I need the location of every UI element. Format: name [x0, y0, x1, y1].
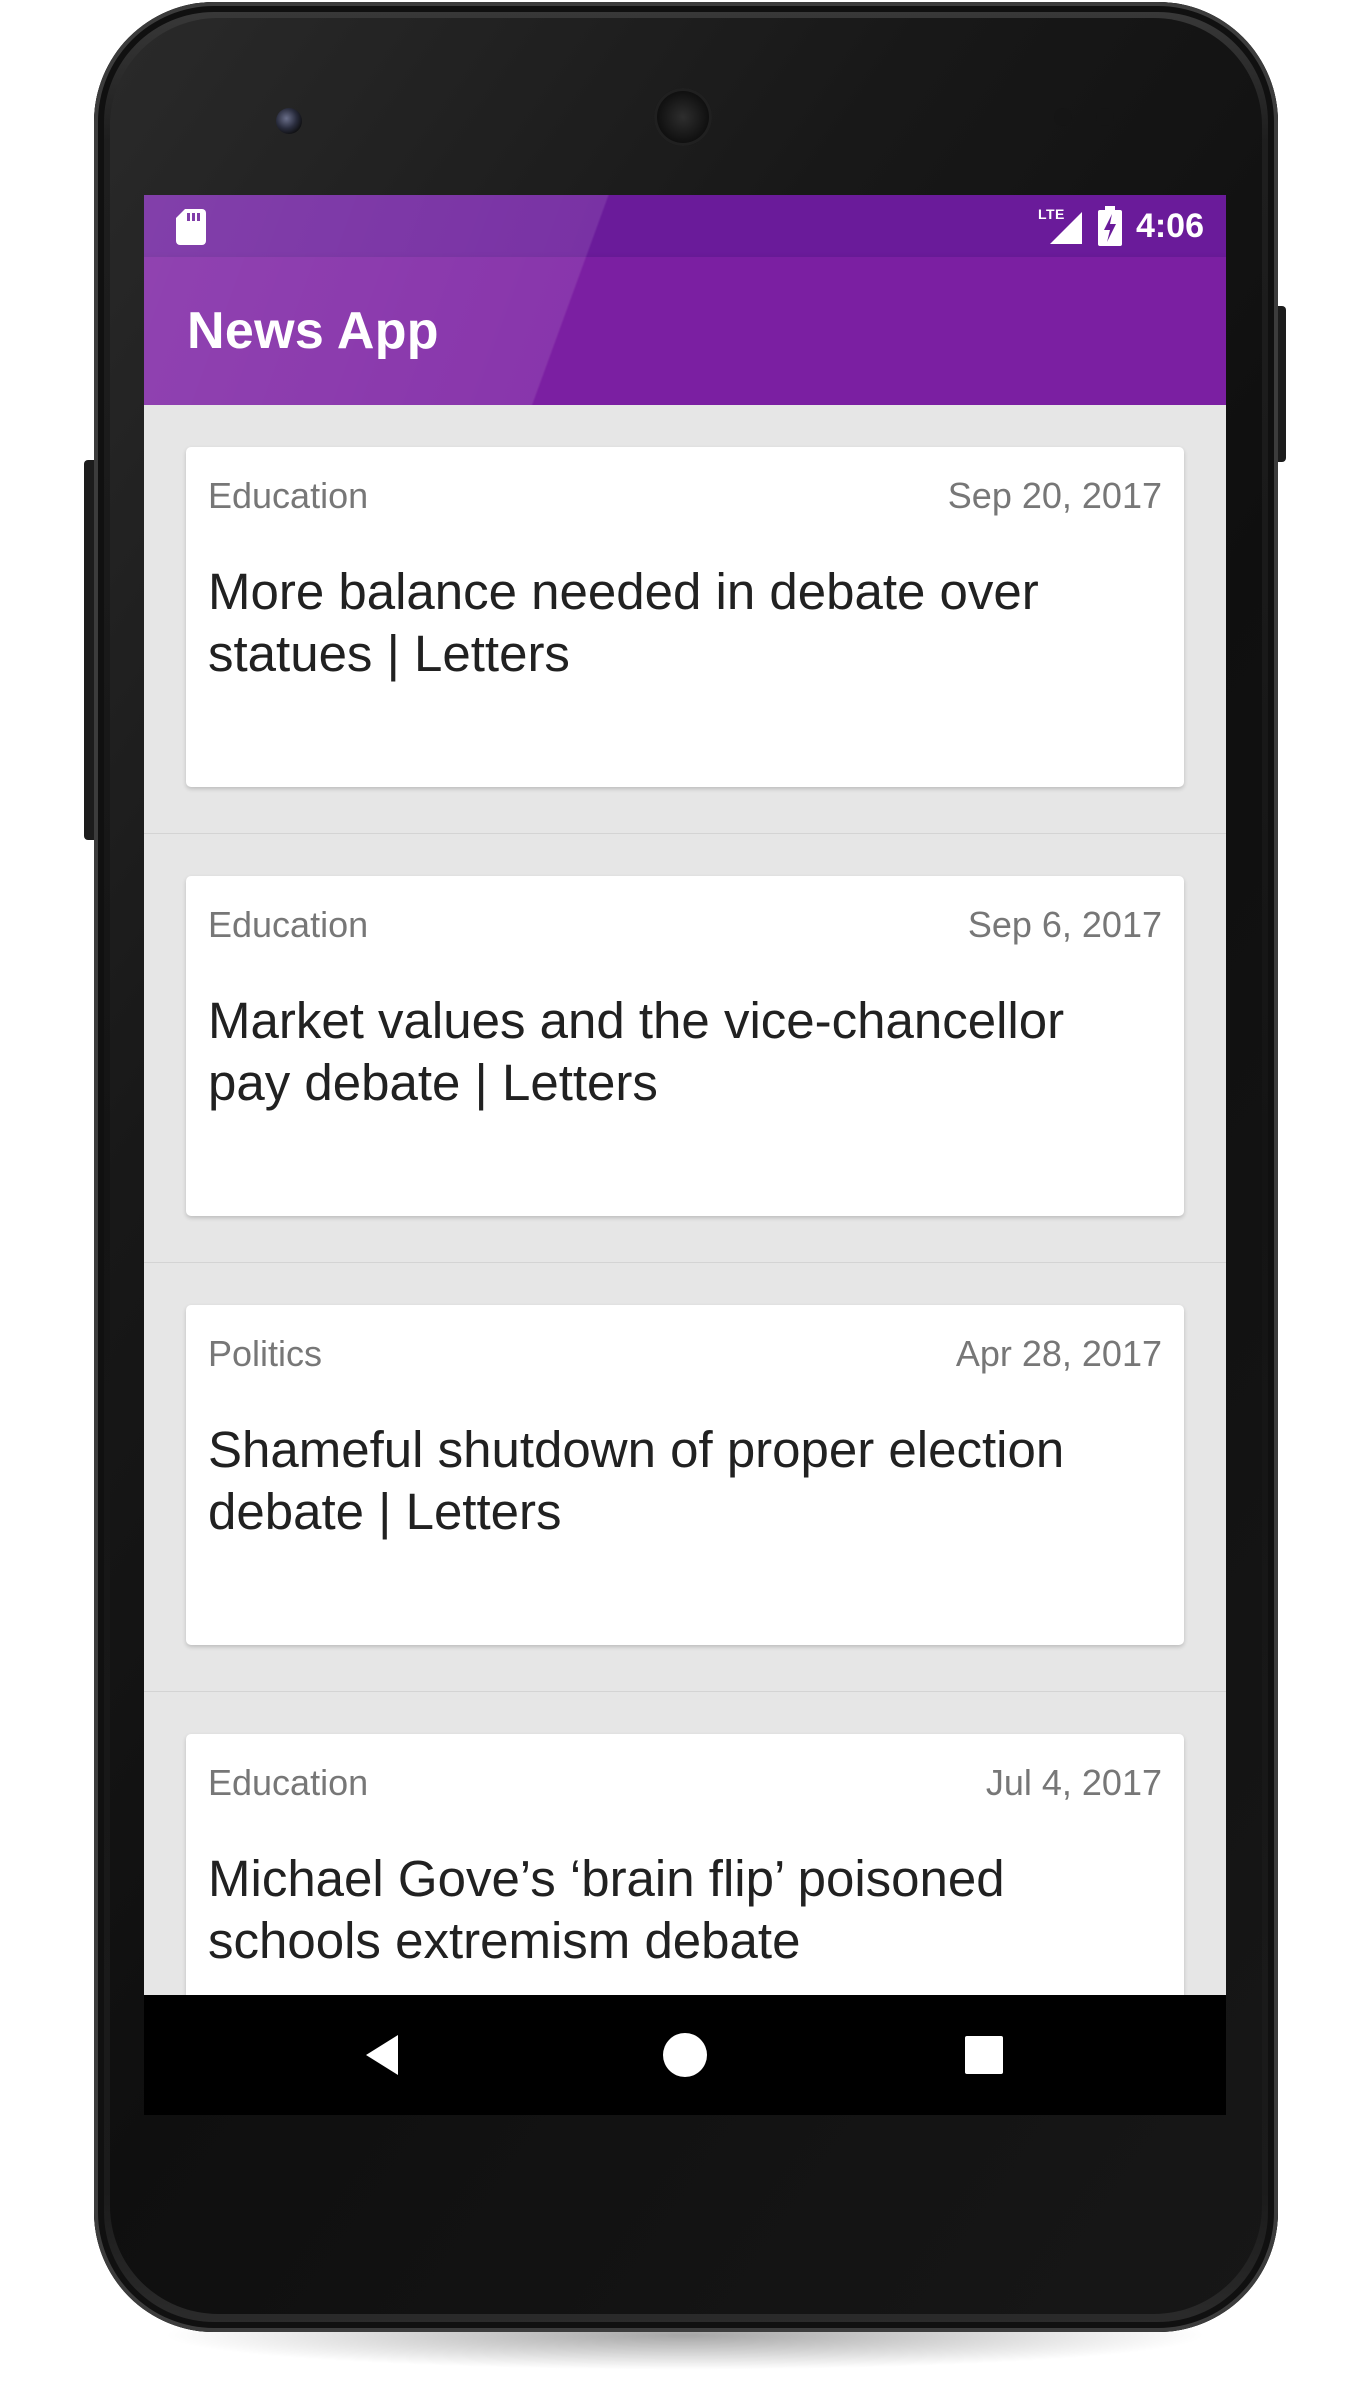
article-title: Market values and the vice-chancellor pa…: [208, 992, 1065, 1111]
news-card[interactable]: Politics Apr 28, 2017 Shameful shutdown …: [186, 1305, 1184, 1645]
article-section: Education: [208, 904, 369, 945]
article-title: Shameful shutdown of proper election deb…: [208, 1421, 1065, 1540]
status-indicators: LTE 4:06: [1038, 195, 1204, 257]
list-item: Education Sep 20, 2017 More balance need…: [144, 405, 1226, 834]
battery-charging-icon: [1097, 206, 1122, 246]
article-date: Jul 4, 2017: [985, 1762, 1162, 1803]
cell-signal-icon: [1049, 212, 1082, 244]
article-title: Michael Gove’s ‘brain flip’ poisoned sch…: [208, 1850, 1005, 1969]
phone-screen: LTE 4:06 News App Education Sep 20, 2017…: [144, 195, 1226, 2115]
front-camera: [276, 108, 302, 134]
earpiece-speaker: [654, 88, 712, 146]
article-section: Education: [208, 1762, 369, 1803]
home-icon[interactable]: [655, 2025, 715, 2085]
news-list[interactable]: Education Sep 20, 2017 More balance need…: [144, 405, 1226, 2115]
list-item: Politics Apr 28, 2017 Shameful shutdown …: [144, 1263, 1226, 1692]
status-time: 4:06: [1135, 206, 1204, 245]
status-bar: LTE 4:06: [144, 195, 1226, 257]
article-section: Politics: [208, 1333, 323, 1374]
article-date: Apr 28, 2017: [955, 1333, 1162, 1374]
device-mockup: LTE 4:06 News App Education Sep 20, 2017…: [0, 0, 1370, 2405]
news-card[interactable]: Education Sep 6, 2017 Market values and …: [186, 876, 1184, 1216]
app-title: News App: [187, 302, 439, 360]
list-item: Education Sep 6, 2017 Market values and …: [144, 834, 1226, 1263]
article-date: Sep 6, 2017: [967, 904, 1162, 945]
app-toolbar: News App: [144, 257, 1226, 405]
proximity-sensor: [1054, 108, 1072, 126]
sd-card-icon: [176, 209, 206, 245]
article-date: Sep 20, 2017: [947, 475, 1162, 516]
system-navigation-bar: [144, 1995, 1226, 2115]
back-icon[interactable]: [356, 2025, 416, 2085]
article-section: Education: [208, 475, 369, 516]
article-title: More balance needed in debate over statu…: [208, 563, 1039, 682]
news-card[interactable]: Education Sep 20, 2017 More balance need…: [186, 447, 1184, 787]
light-sensor: [1096, 108, 1114, 126]
recents-icon[interactable]: [954, 2025, 1014, 2085]
signal-indicator: LTE: [1038, 206, 1084, 246]
